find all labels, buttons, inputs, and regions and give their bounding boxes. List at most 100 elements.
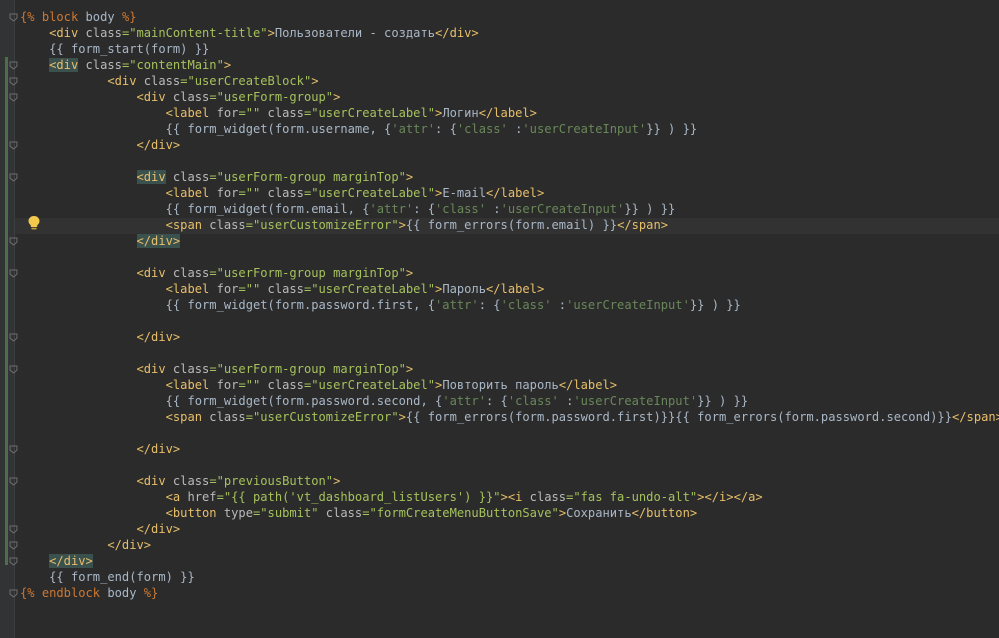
code-token: : { [435, 122, 457, 136]
code-token: </a> [733, 490, 763, 504]
code-line[interactable]: <div class="mainContent-title">Пользоват… [20, 25, 999, 41]
code-line[interactable]: </div> [20, 329, 999, 345]
code-line[interactable] [20, 457, 999, 473]
code-token: : { [486, 394, 508, 408]
code-line[interactable]: <button type="submit" class="formCreateM… [20, 505, 999, 521]
code-line[interactable]: {% endblock body %} [20, 585, 999, 601]
code-token: > [500, 490, 508, 504]
code-line[interactable] [20, 425, 999, 441]
fold-marker-icon[interactable] [9, 525, 18, 534]
code-token: class [165, 170, 210, 184]
code-token: </label> [558, 378, 618, 392]
code-token: ="userCustomizeError" [245, 218, 399, 232]
code-line[interactable]: <span class="userCustomizeError">{{ form… [20, 217, 999, 233]
code-token: 'class' [507, 394, 559, 408]
code-line[interactable]: </div> [20, 537, 999, 553]
fold-marker-icon[interactable] [9, 13, 18, 22]
code-line[interactable] [20, 313, 999, 329]
fold-marker-icon[interactable] [9, 541, 18, 550]
code-line[interactable]: </div> [20, 441, 999, 457]
code-token: ="userCreateLabel" [303, 186, 436, 200]
code-line[interactable]: </div> [20, 137, 999, 153]
code-token: class [165, 90, 210, 104]
code-line[interactable] [20, 153, 999, 169]
code-line[interactable]: {% block body %} [20, 9, 999, 25]
code-token: </label> [486, 186, 545, 200]
fold-marker-icon[interactable] [9, 365, 18, 374]
code-line[interactable]: <div class="userForm-group marginTop"> [20, 265, 999, 281]
code-line[interactable]: {{ form_widget(form.username, {'attr': {… [20, 121, 999, 137]
fold-marker-icon[interactable] [9, 445, 18, 454]
code-token: </label> [486, 282, 545, 296]
code-token: > [398, 218, 406, 232]
code-line[interactable]: {{ form_widget(form.password.first, {'at… [20, 297, 999, 313]
code-token: {{ form_widget(form.email, { [20, 202, 370, 216]
fold-marker-icon[interactable] [9, 93, 18, 102]
fold-marker-icon[interactable] [9, 141, 18, 150]
fold-marker-icon[interactable] [9, 77, 18, 86]
code-token: ="{{ path('vt_dashboard_listUsers') }}" [216, 490, 501, 504]
fold-marker-icon[interactable] [9, 477, 18, 486]
code-token: }} ) }} [646, 122, 698, 136]
fold-marker-icon[interactable] [9, 333, 18, 342]
code-line[interactable]: <div class="userCreateBlock"> [20, 73, 999, 89]
code-token: > [405, 362, 414, 376]
code-token: for [209, 378, 239, 392]
code-line[interactable]: <a href="{{ path('vt_dashboard_listUsers… [20, 489, 999, 505]
code-token: </button> [631, 506, 698, 520]
code-line[interactable] [20, 345, 999, 361]
code-token: > [267, 26, 275, 40]
code-line[interactable]: </div> [20, 553, 999, 569]
code-token: <div [107, 74, 137, 88]
code-line[interactable]: <div class="contentMain"> [20, 57, 999, 73]
fold-marker-icon[interactable] [9, 269, 18, 278]
code-line[interactable]: <div class="previousButton"> [20, 473, 999, 489]
code-line[interactable]: <label for="" class="userCreateLabel">E-… [20, 185, 999, 201]
code-token: }} ) }} [689, 298, 741, 312]
code-token: ="fas fa-undo-alt" [566, 490, 698, 504]
code-line[interactable]: {{ form_start(form) }} [20, 41, 999, 57]
code-line[interactable]: {{ form_widget(form.password.second, {'a… [20, 393, 999, 409]
code-line[interactable]: <label for="" class="userCreateLabel">Па… [20, 281, 999, 297]
code-token: class [260, 378, 304, 392]
code-line[interactable]: <span class="userCustomizeError">{{ form… [20, 409, 999, 425]
code-token: Сохранить [566, 506, 632, 520]
fold-marker-icon[interactable] [9, 237, 18, 246]
code-token: ="" [238, 282, 261, 296]
code-token: for [209, 106, 239, 120]
fold-marker-icon[interactable] [9, 61, 18, 70]
code-line[interactable]: <div class="userForm-group marginTop"> [20, 169, 999, 185]
code-line[interactable]: <label for="" class="userCreateLabel">По… [20, 377, 999, 393]
code-token: <div [136, 362, 166, 376]
code-line[interactable] [20, 249, 999, 265]
code-line[interactable]: {{ form_end(form) }} [20, 569, 999, 585]
fold-marker-icon[interactable] [9, 589, 18, 598]
fold-marker-icon[interactable] [9, 173, 18, 182]
code-token: Пароль [442, 282, 486, 296]
code-editor[interactable]: {% block body %} <div class="mainContent… [20, 9, 999, 601]
code-token: for [209, 282, 239, 296]
code-token: Повторить пароль [442, 378, 559, 392]
code-line[interactable]: <div class="userForm-group marginTop"> [20, 361, 999, 377]
code-line[interactable]: {{ form_widget(form.email, {'attr': {'cl… [20, 201, 999, 217]
fold-marker-icon[interactable] [9, 557, 18, 566]
code-line[interactable]: </div> [20, 233, 999, 249]
code-token: </div> [136, 522, 181, 536]
code-line[interactable]: </div> [20, 521, 999, 537]
code-token: %} [121, 10, 137, 24]
code-token: 'userCreateInput' [522, 122, 647, 136]
code-token: class [260, 282, 304, 296]
code-token: ="userForm-group" [209, 90, 334, 104]
code-line[interactable]: <label for="" class="userCreateLabel">Ло… [20, 105, 999, 121]
code-token: class [136, 74, 181, 88]
code-token: <div [136, 170, 166, 184]
code-token: ="userForm-group marginTop" [209, 362, 406, 376]
code-line[interactable]: <div class="userForm-group"> [20, 89, 999, 105]
